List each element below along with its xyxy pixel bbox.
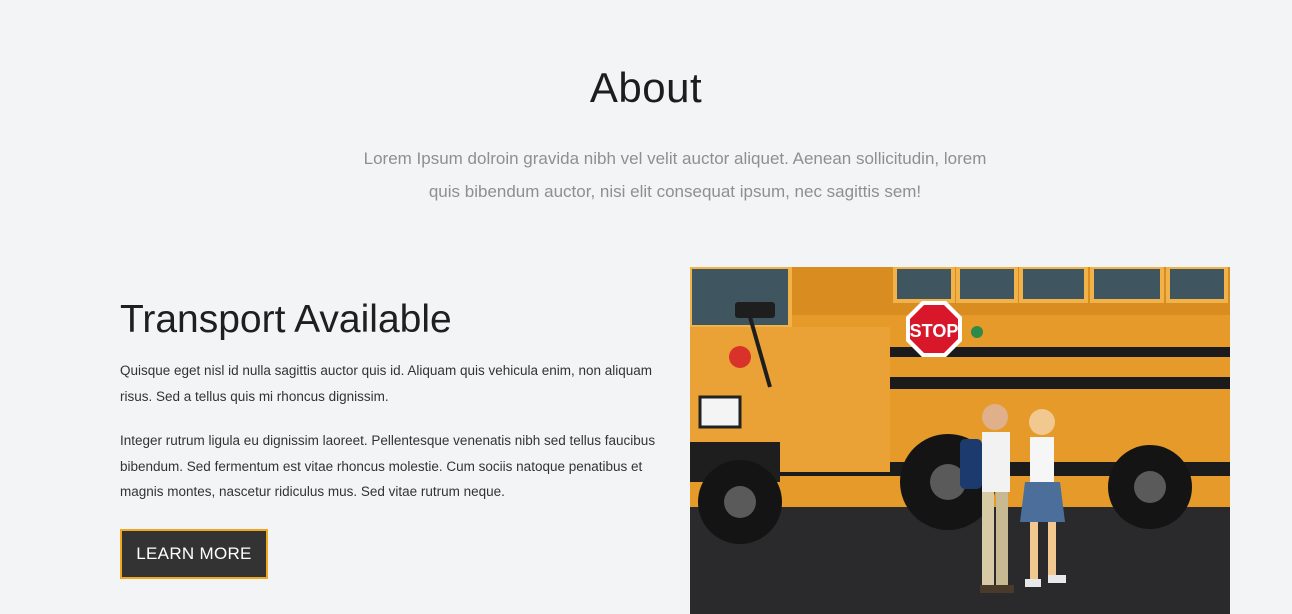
feature-heading: Transport Available — [120, 298, 452, 341]
section-subtitle: Lorem Ipsum dolroin gravida nibh vel vel… — [310, 142, 1040, 208]
stop-sign-text: STOP — [910, 321, 959, 341]
stop-sign-icon: STOP — [906, 301, 962, 357]
school-bus-photo: STOP — [690, 267, 1230, 614]
subtitle-line-2: quis bibendum auctor, nisi elit consequa… — [428, 182, 922, 201]
subtitle-line-1: Lorem Ipsum dolroin gravida nibh vel vel… — [363, 149, 987, 168]
section-title: About — [589, 64, 703, 111]
school-bus-illustration: STOP — [690, 267, 1230, 614]
learn-more-button[interactable]: LEARN MORE — [120, 528, 268, 579]
feature-paragraph-2: Integer rutrum ligula eu dignissim laore… — [120, 433, 656, 499]
feature-text-block: Transport Available Quisque eget nisl id… — [120, 296, 660, 579]
feature-paragraph-1: Quisque eget nisl id nulla sagittis auct… — [120, 363, 653, 404]
